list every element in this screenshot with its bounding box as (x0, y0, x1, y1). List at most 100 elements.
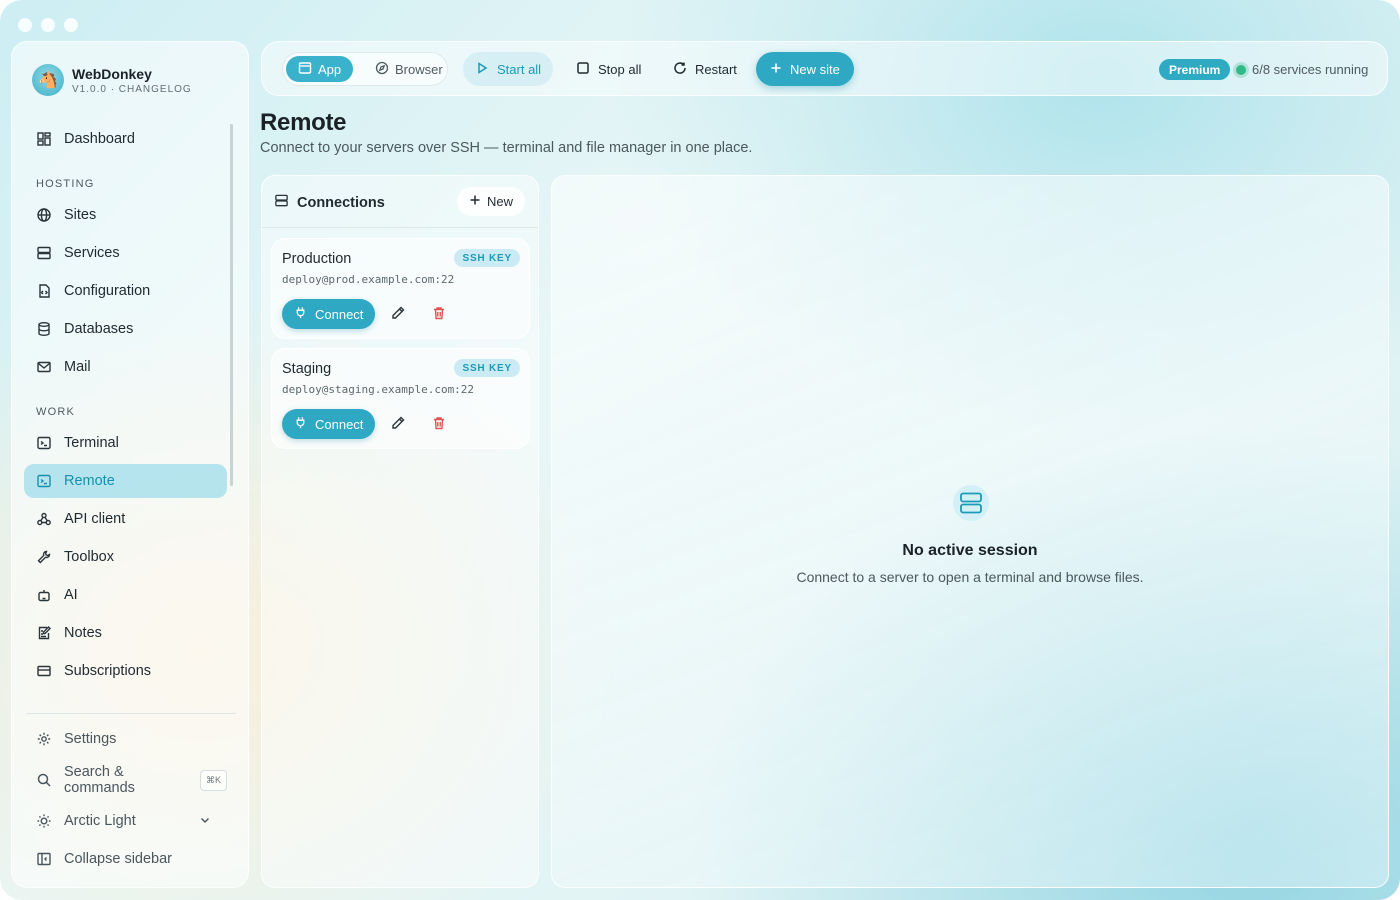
stop-all-label: Stop all (598, 61, 642, 77)
sidebar-item-label: API client (64, 511, 126, 527)
session-panel: No active session Connect to a server to… (551, 175, 1389, 888)
database-icon (36, 321, 52, 337)
connect-label: Connect (315, 306, 364, 322)
sidebar-item-sites[interactable]: Sites (24, 198, 227, 232)
connection-name: Production (282, 251, 352, 267)
connect-button[interactable]: Connect (282, 299, 376, 329)
new-connection-label: New (486, 194, 513, 209)
sidebar-item-label: Toolbox (64, 549, 114, 565)
zoom-window-button[interactable] (64, 18, 78, 32)
app-name: WebDonkey (72, 65, 152, 82)
mode-browser-label: Browser (395, 61, 443, 77)
connect-button[interactable]: Connect (282, 409, 376, 439)
gear-icon (36, 731, 52, 747)
sidebar-item-label: Search & commands (64, 764, 135, 796)
connection-card[interactable]: Staging SSH KEY deploy@staging.example.c… (271, 348, 530, 449)
trash-icon[interactable] (431, 305, 447, 326)
sidebar: 🐴 WebDonkey V1.0.0 · CHANGELOG Dashboard… (11, 41, 249, 888)
donkey-logo-icon: 🐴 (32, 64, 64, 96)
theme-select[interactable]: Arctic Light (24, 804, 227, 838)
pencil-icon[interactable] (390, 305, 406, 326)
connections-title: Connections (274, 193, 385, 212)
dashboard-grid-icon (36, 131, 52, 147)
minimize-window-button[interactable] (41, 18, 55, 32)
page-subtitle: Connect to your servers over SSH — termi… (260, 140, 753, 156)
mode-browser-button[interactable]: Browser (363, 56, 455, 82)
sidebar-item-dashboard[interactable]: Dashboard (24, 122, 227, 156)
sidebar-item-remote[interactable]: Remote (24, 464, 227, 498)
close-window-button[interactable] (18, 18, 32, 32)
server-icon (36, 245, 52, 261)
sidebar-scrollbar[interactable] (230, 124, 233, 486)
pencil-icon[interactable] (390, 415, 406, 436)
sidebar-item-ai[interactable]: AI (24, 578, 227, 612)
new-site-button[interactable]: New site (756, 52, 854, 86)
sidebar-item-toolbox[interactable]: Toolbox (24, 540, 227, 574)
search-icon (36, 772, 52, 788)
window-icon (298, 61, 312, 78)
sidebar-item-label: Terminal (64, 435, 119, 451)
search-commands-button[interactable]: Search & commands ⌘K (24, 763, 227, 797)
new-connection-button[interactable]: New (456, 187, 525, 216)
connections-title-label: Connections (297, 194, 385, 211)
window-controls (18, 18, 78, 32)
premium-badge[interactable]: Premium (1159, 59, 1231, 80)
start-all-label: Start all (497, 61, 542, 77)
play-icon (475, 61, 489, 78)
shortcut-badge: ⌘K (199, 769, 227, 791)
plug-icon (294, 306, 307, 322)
mode-app-label: App (318, 61, 342, 77)
restart-label: Restart (695, 61, 737, 77)
brand[interactable]: 🐴 WebDonkey V1.0.0 · CHANGELOG (32, 64, 192, 96)
view-mode-toggle: App Browser (282, 52, 448, 86)
trash-icon[interactable] (431, 415, 447, 436)
services-status[interactable]: 6/8 services running (1236, 59, 1368, 80)
sidebar-item-label: Dashboard (64, 131, 135, 147)
plug-icon (294, 416, 307, 432)
remote-terminal-icon (36, 473, 52, 489)
section-title-hosting: HOSTING (36, 178, 95, 190)
notes-icon (36, 625, 52, 641)
sidebar-item-subscriptions[interactable]: Subscriptions (24, 654, 227, 688)
status-dot-icon (1236, 64, 1246, 75)
sidebar-item-databases[interactable]: Databases (24, 312, 227, 346)
restart-button[interactable]: Restart (661, 52, 749, 86)
new-site-label: New site (790, 61, 840, 77)
sidebar-item-mail[interactable]: Mail (24, 350, 227, 384)
sun-icon (36, 813, 52, 829)
sidebar-item-terminal[interactable]: Terminal (24, 426, 227, 460)
refresh-icon (673, 61, 687, 78)
sidebar-item-notes[interactable]: Notes (24, 616, 227, 650)
sidebar-collapse-icon (36, 851, 52, 867)
sidebar-item-configuration[interactable]: Configuration (24, 274, 227, 308)
stop-icon (576, 61, 590, 78)
sidebar-item-label: Remote (64, 473, 115, 489)
version-changelog-link[interactable]: V1.0.0 · CHANGELOG (72, 84, 192, 95)
wrench-icon (36, 549, 52, 565)
collapse-sidebar-button[interactable]: Collapse sidebar (24, 842, 227, 876)
connection-host: deploy@staging.example.com:22 (282, 383, 475, 396)
webhook-icon (36, 511, 52, 527)
connect-label: Connect (315, 416, 364, 432)
app-window: 🐴 WebDonkey V1.0.0 · CHANGELOG Dashboard… (0, 0, 1400, 900)
sidebar-item-label: Databases (64, 321, 134, 337)
sidebar-item-settings[interactable]: Settings (24, 722, 227, 756)
connections-panel: Connections New Production SSH KEY deplo… (261, 175, 539, 888)
server-icon (953, 485, 989, 521)
globe-icon (36, 207, 52, 223)
sidebar-item-services[interactable]: Services (24, 236, 227, 270)
connection-card[interactable]: Production SSH KEY deploy@prod.example.c… (271, 238, 530, 339)
mode-app-button[interactable]: App (286, 56, 354, 82)
auth-badge: SSH KEY (454, 249, 520, 267)
sidebar-item-label: Subscriptions (64, 663, 152, 679)
sidebar-item-api-client[interactable]: API client (24, 502, 227, 536)
sidebar-item-label: Collapse sidebar (64, 851, 173, 867)
stop-all-button[interactable]: Stop all (564, 52, 653, 86)
server-icon (274, 193, 289, 212)
sidebar-item-label: Configuration (64, 283, 151, 299)
empty-state-subtitle: Connect to a server to open a terminal a… (796, 569, 1144, 585)
config-file-icon (36, 283, 52, 299)
sidebar-item-label: AI (64, 587, 78, 603)
start-all-button[interactable]: Start all (463, 52, 554, 86)
compass-icon (375, 61, 389, 78)
